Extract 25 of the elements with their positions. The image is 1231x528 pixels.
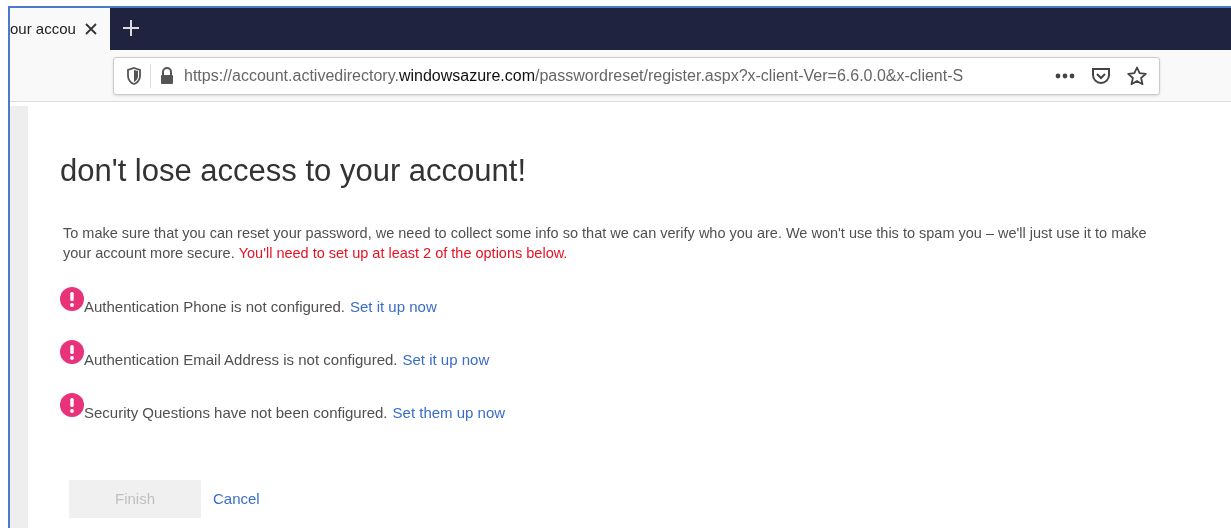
alert-icon: [60, 286, 84, 311]
status-text: Security Questions have not been configured.: [84, 402, 388, 423]
pocket-icon[interactable]: [1091, 66, 1111, 85]
intro-text: your account more secure.: [63, 243, 235, 263]
cancel-link[interactable]: Cancel: [213, 487, 260, 510]
setup-link[interactable]: Set it up now: [350, 295, 437, 319]
browser-tab[interactable]: our accou: [10, 8, 110, 50]
alert-icon: [60, 392, 84, 417]
alert-icon: [60, 339, 84, 364]
address-bar[interactable]: https://account.activedirectory.windowsazure.com/passwordreset/register.aspx?x-client-Ver=6.6.0.0&x-client-S: [113, 56, 1160, 95]
new-tab-icon[interactable]: [122, 19, 140, 37]
status-text: Authentication Email Address is not configured.: [84, 349, 398, 370]
status-text: Authentication Phone is not configured.: [84, 296, 345, 317]
tab-title: our accou: [10, 18, 77, 39]
intro-text: To make sure that you can reset your password, we need to collect some info so that we can verify who you are. We won't use this to spam you – we'll just use it to make: [63, 223, 1147, 243]
setup-link[interactable]: Set it up now: [402, 348, 490, 372]
shield-icon[interactable]: [126, 66, 142, 85]
more-icon[interactable]: [1055, 72, 1075, 79]
url-text: https://account.activedirectory.windowsazure.com/passwordreset/register.aspx?x-client-Ver=6.6.0.0&x-client-S: [184, 65, 965, 86]
lock-icon: [159, 66, 175, 85]
warning-text: You'll need to set up at least 2 of the options below.: [238, 243, 568, 263]
close-icon[interactable]: [84, 22, 98, 36]
setup-link[interactable]: Set them up now: [392, 401, 506, 425]
star-icon[interactable]: [1127, 65, 1147, 86]
page-heading: don't lose access to your account!: [60, 152, 527, 190]
